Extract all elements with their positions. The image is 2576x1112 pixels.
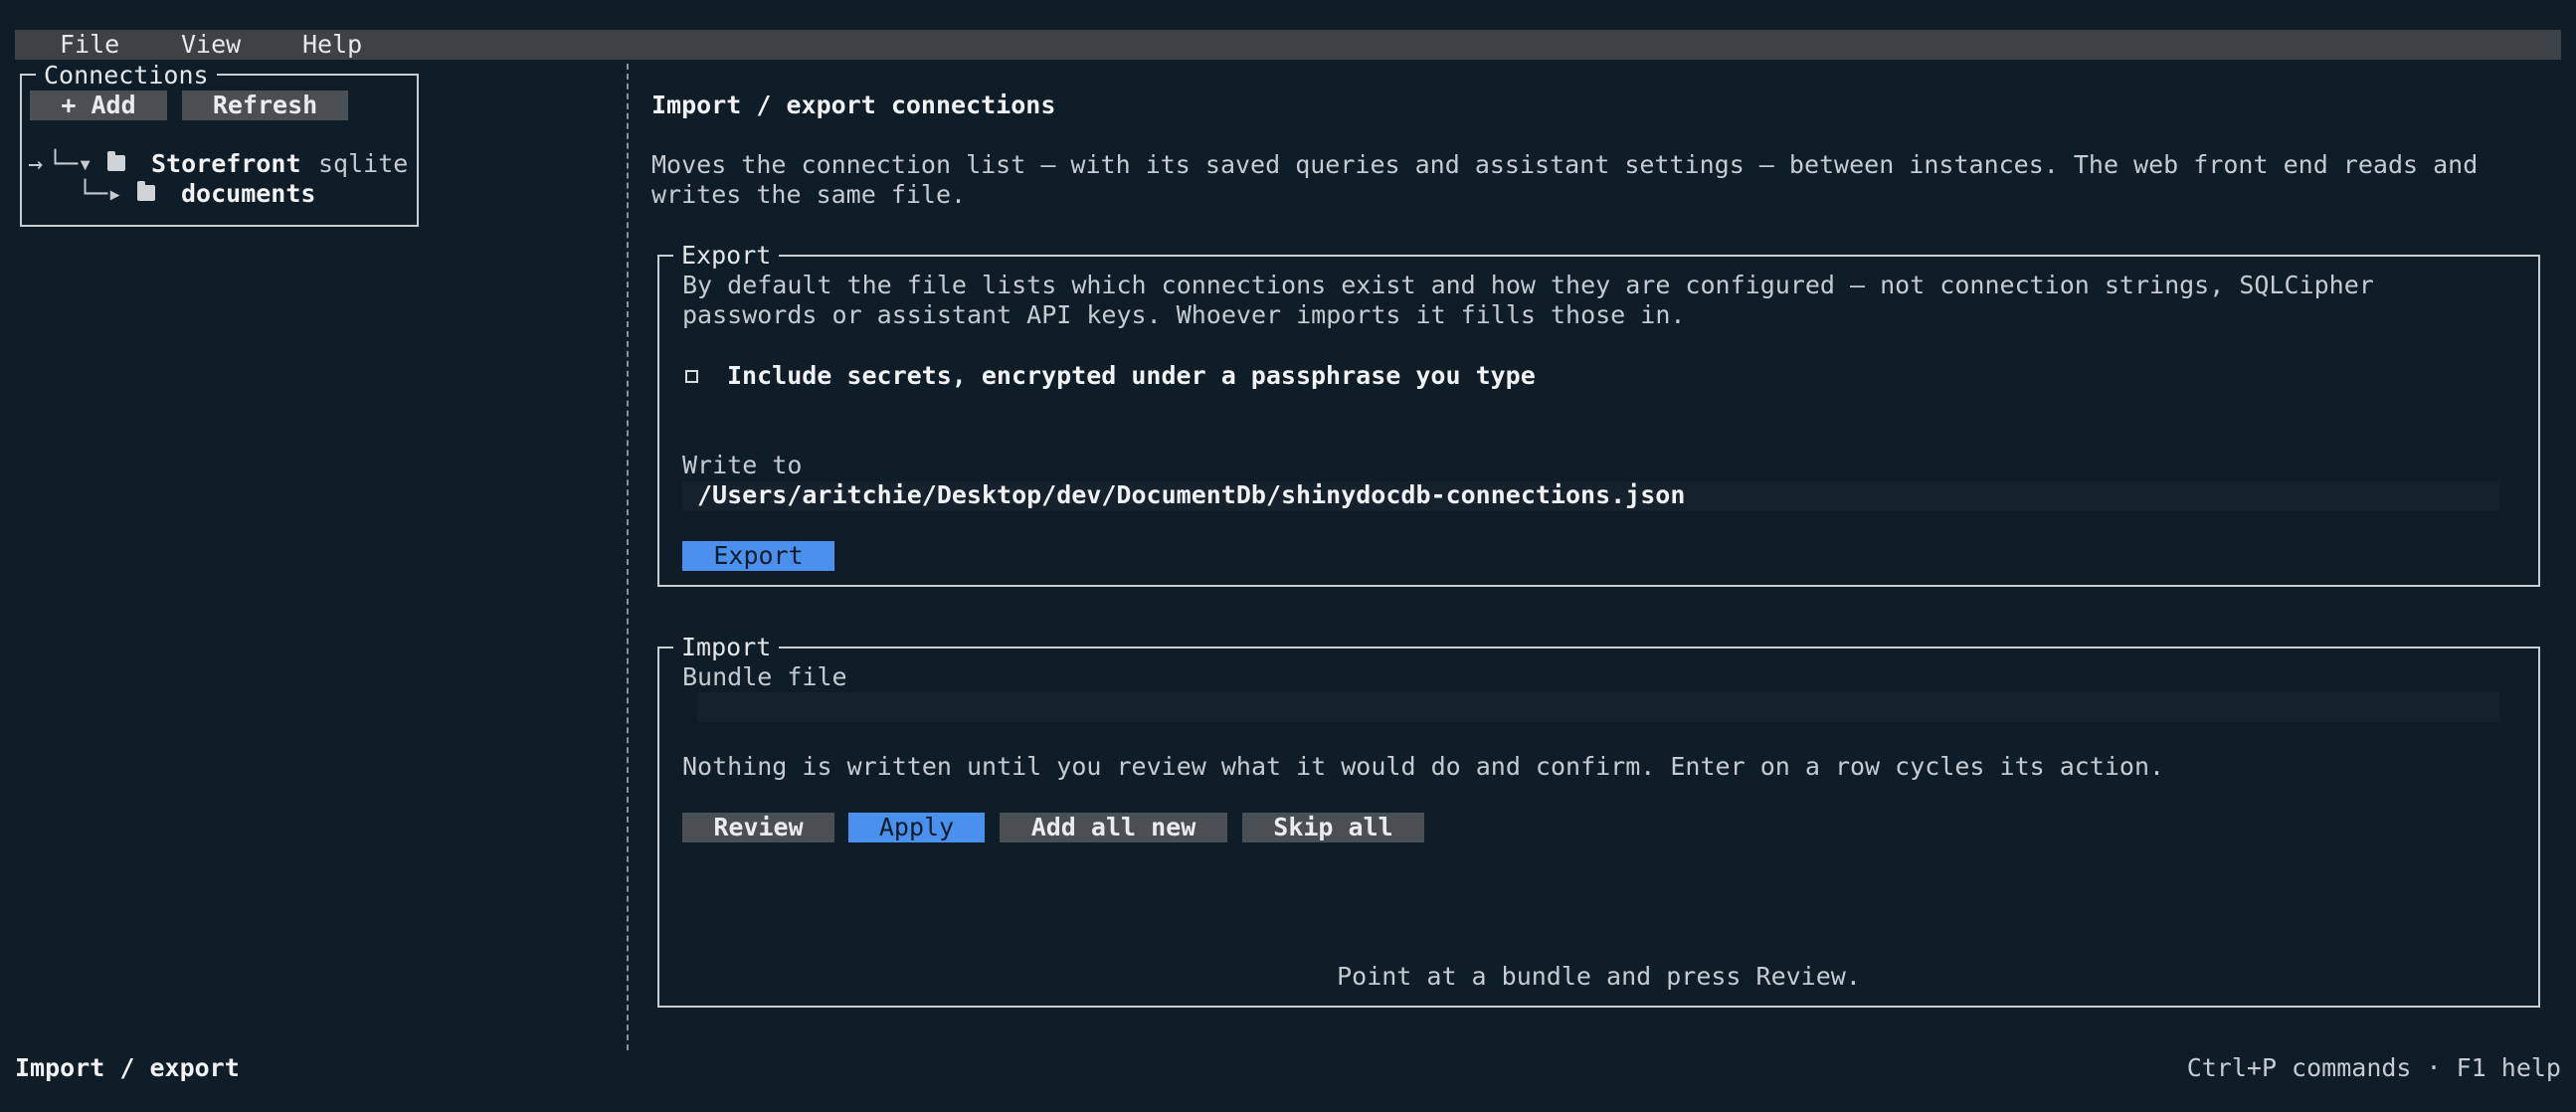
- export-title: Export: [673, 242, 780, 270]
- bundle-file-label: Bundle file: [682, 662, 847, 691]
- refresh-button[interactable]: Refresh: [182, 91, 348, 120]
- bundle-file-input[interactable]: [697, 692, 2499, 722]
- skip-all-button[interactable]: Skip all: [1242, 813, 1424, 842]
- connection-type: sqlite: [318, 149, 409, 178]
- add-all-new-button[interactable]: Add all new: [1000, 813, 1227, 842]
- tree-branch-collapsed-icon: └─▸: [78, 179, 123, 208]
- import-status: Point at a bundle and press Review.: [1337, 962, 1861, 991]
- page-title: Import / export connections: [651, 91, 1056, 119]
- collection-name: documents: [181, 179, 316, 208]
- description-line-2: writes the same file.: [651, 180, 967, 209]
- menu-view[interactable]: View: [181, 30, 241, 60]
- collection-icon: [137, 181, 155, 201]
- review-button[interactable]: Review: [682, 813, 834, 842]
- export-info-line-2: passwords or assistant API keys. Whoever…: [682, 300, 1686, 329]
- menu-file[interactable]: File: [60, 30, 119, 60]
- include-secrets-label: Include secrets, encrypted under a passp…: [727, 361, 1536, 390]
- export-button[interactable]: Export: [682, 541, 834, 571]
- description-line-1: Moves the connection list – with its sav…: [651, 150, 2479, 179]
- export-path-value: /Users/aritchie/Desktop/dev/DocumentDb/s…: [697, 480, 1686, 509]
- connections-title: Connections: [36, 62, 217, 90]
- apply-button[interactable]: Apply: [848, 813, 985, 842]
- pane-divider[interactable]: [627, 64, 629, 1050]
- status-right: Ctrl+P commands · F1 help: [2186, 1053, 2561, 1082]
- export-info-line-1: By default the file lists which connecti…: [682, 271, 2374, 299]
- include-secrets-checkbox[interactable]: [685, 370, 698, 383]
- tree-cursor-icon: →: [28, 149, 44, 178]
- add-connection-button[interactable]: + Add: [30, 91, 167, 120]
- menu-help[interactable]: Help: [302, 30, 362, 60]
- database-icon: [107, 151, 125, 171]
- write-to-label: Write to: [682, 451, 803, 479]
- connection-name: Storefront: [151, 149, 301, 178]
- import-title: Import: [673, 634, 780, 661]
- import-info: Nothing is written until you review what…: [682, 752, 2165, 781]
- menu-bar: File View Help: [15, 30, 2561, 60]
- tree-branch-expanded-icon: └─▾: [48, 149, 93, 178]
- status-left: Import / export: [15, 1053, 240, 1082]
